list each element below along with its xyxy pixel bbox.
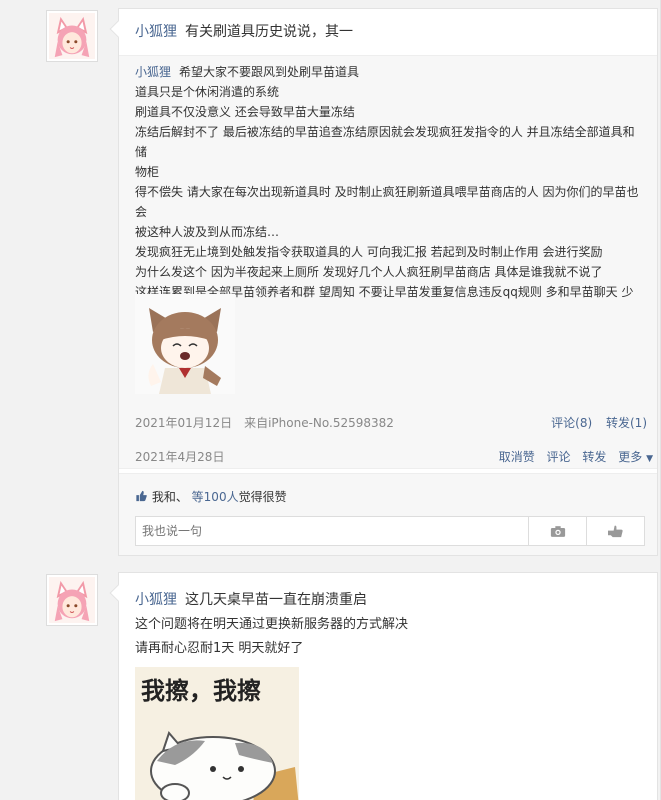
repost-text-line: 为什么发这个 因为半夜起来上厕所 发现好几个人人疯狂刷早苗商店 具体是谁我就不说… [135, 265, 603, 279]
repost-text-line: 道具只是个休闲消遣的系统 [135, 85, 280, 99]
post-image-sticker[interactable]: 我擦，我擦 [135, 667, 299, 800]
comment-input[interactable] [136, 517, 536, 545]
repost-text-line: 刷道具不仅没意义 还会导致早苗大量冻结 [135, 105, 355, 119]
likes-suffix: 觉得很赞 [238, 490, 287, 504]
repost-text-line: 物柜 [135, 165, 160, 179]
avatar[interactable] [46, 574, 98, 626]
avatar[interactable] [46, 10, 98, 62]
post-title: 这几天桌早苗一直在崩溃重启 [185, 592, 367, 608]
repost-comment-link[interactable]: 评论(8) [551, 416, 592, 430]
repost-text-line: 冻结后解封不了 最后被冻结的早苗追查冻结原因就会发现疯狂发指令的人 并且冻结全部… [135, 125, 635, 159]
post-title: 有关刷道具历史说说，其一 [185, 24, 353, 40]
likes-prefix: 我和、 [151, 490, 188, 504]
repost-first-line: 小狐狸 希望大家不要跟风到处刷早苗道具 [135, 62, 641, 82]
likes-count-link[interactable]: 等100人 [192, 490, 239, 504]
post-text-line: 这个问题将在明天通过更换新服务器的方式解决 [135, 617, 409, 632]
sticker-caption: 我擦，我擦 [141, 677, 261, 705]
camera-button[interactable] [528, 517, 586, 545]
repost-text-line: 希望大家不要跟风到处刷早苗道具 [179, 65, 360, 79]
repost-forward-link[interactable]: 转发(1) [606, 416, 647, 430]
repost-username-link[interactable]: 小狐狸 [135, 65, 171, 79]
username-link[interactable]: 小狐狸 [135, 592, 177, 608]
repost-date: 2021年01月12日 [135, 416, 233, 430]
repost-image-sticker[interactable] [135, 294, 235, 394]
likes-summary: 我和、 等100人觉得很赞 [135, 488, 287, 505]
post-text-line: 请再耐心忍耐1天 明天就好了 [135, 641, 304, 656]
post-card: 小狐狸 这几天桌早苗一直在崩溃重启 这个问题将在明天通过更换新服务器的方式解决 请… [109, 572, 658, 800]
username-link[interactable]: 小狐狸 [135, 24, 177, 40]
comment-button[interactable]: 评论 [547, 450, 571, 464]
repost-text-line: 发现疯狂无止境到处触发指令获取道具的人 可向我汇报 若起到及时制止作用 会进行奖… [135, 245, 603, 259]
repost-source: 来自iPhone-No.52598382 [244, 416, 394, 430]
post-body: 这个问题将在明天通过更换新服务器的方式解决 请再耐心忍耐1天 明天就好了 [135, 613, 408, 661]
repost-meta: 2021年01月12日 来自iPhone-No.52598382 [135, 414, 394, 431]
repost-text-line: 得不偿失 请大家在每次出现新道具时 及时制止疯狂刷新道具喂早苗商店的人 因为你们… [135, 185, 639, 219]
unlike-button[interactable]: 取消赞 [499, 450, 535, 464]
avatar-image [49, 577, 95, 623]
avatar-image [49, 13, 95, 59]
more-button[interactable]: 更多 ▼ [618, 450, 653, 464]
reposted-content: 小狐狸 希望大家不要跟风到处刷早苗道具 道具只是个休闲消遣的系统 刷道具不仅没意义… [119, 55, 657, 469]
chibi-girl-sticker [135, 294, 235, 394]
post-date: 2021年4月28日 [135, 450, 225, 464]
like-comment-area: 我和、 等100人觉得很赞 [119, 473, 657, 555]
post-card: 小狐狸 有关刷道具历史说说，其一 小狐狸 希望大家不要跟风到处刷早苗道具 道具只是个… [109, 8, 658, 556]
comment-box [135, 516, 645, 546]
post-header: 小狐狸 有关刷道具历史说说，其一 [135, 21, 353, 41]
hand-send-icon [608, 525, 623, 537]
chevron-down-icon: ▼ [646, 454, 653, 464]
send-button[interactable] [586, 517, 644, 545]
forward-button[interactable]: 转发 [582, 450, 606, 464]
thumbs-up-icon [135, 490, 148, 502]
post-header: 小狐狸 这几天桌早苗一直在崩溃重启 [135, 589, 367, 609]
repost-text-line: 被这种人波及到从而冻结… [135, 225, 280, 239]
cat-sticker-image [150, 731, 299, 800]
repost-actions: 评论(8) 转发(1) [551, 414, 647, 431]
more-label: 更多 [618, 450, 643, 464]
post-actions: 取消赞 评论 转发 更多 ▼ [499, 448, 653, 465]
camera-icon [550, 525, 565, 537]
